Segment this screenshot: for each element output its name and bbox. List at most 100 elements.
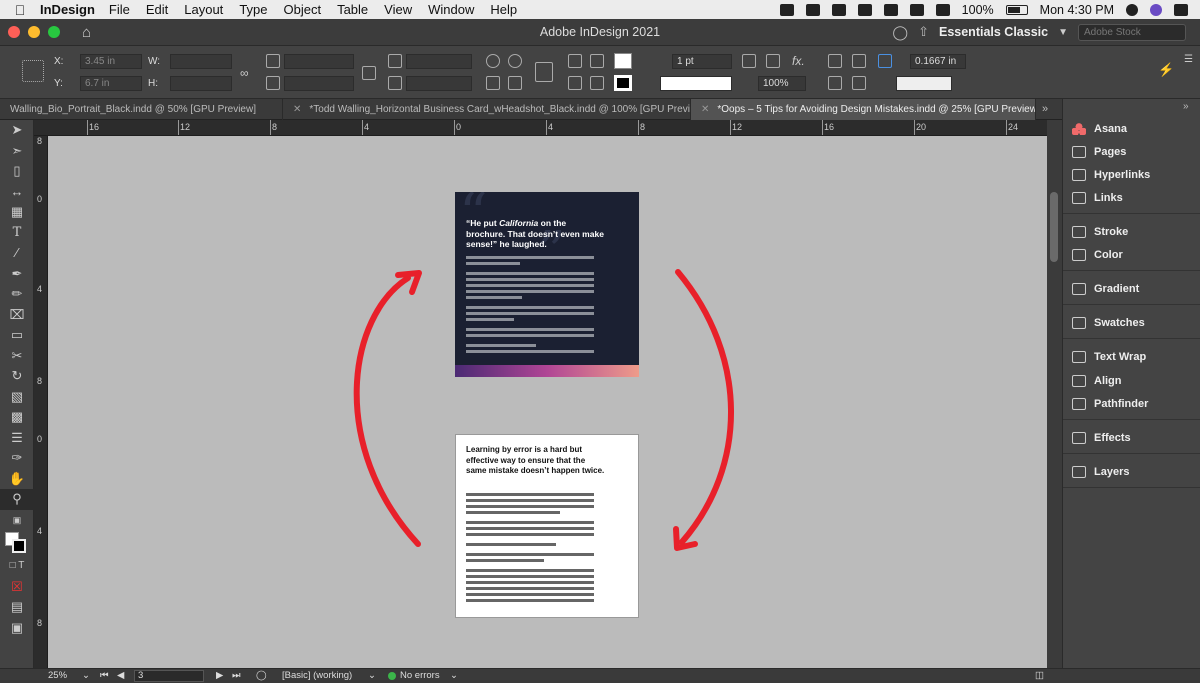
fill-swatch-icon[interactable] <box>614 53 632 69</box>
stroke-weight-field[interactable]: 1 pt <box>672 54 732 69</box>
rotate-cw-icon[interactable] <box>486 54 500 68</box>
control-panel-menu-icon[interactable]: ☰ <box>1184 54 1193 65</box>
shear-angle-field[interactable] <box>406 76 472 91</box>
menu-layout[interactable]: Layout <box>184 2 223 17</box>
scale-x-icon[interactable] <box>266 54 280 68</box>
direct-selection-tool-icon[interactable]: ➣ <box>0 141 34 162</box>
pen-tool-icon[interactable]: ✒ <box>0 264 34 285</box>
panel-item-align[interactable]: Align <box>1063 371 1200 391</box>
p-icon[interactable] <box>535 62 553 82</box>
screen-mode-icon[interactable]: ▤ <box>0 597 34 618</box>
panel-item-stroke[interactable]: Stroke <box>1063 222 1200 242</box>
apple-menu-icon[interactable]:  <box>0 2 40 18</box>
home-icon[interactable]: ⌂ <box>82 24 91 41</box>
rectangle-tool-icon[interactable]: ▭ <box>0 325 34 346</box>
workspace-switcher[interactable]: Essentials Classic <box>939 25 1048 39</box>
preflight-status[interactable]: No errors <box>400 670 440 681</box>
minimize-window-button[interactable] <box>28 26 40 38</box>
next-page-icon[interactable]: ▶ <box>216 670 223 681</box>
gap-tool-icon[interactable]: ↔ <box>0 182 34 203</box>
fx-icon[interactable]: fx. <box>792 54 805 68</box>
panel-item-links[interactable]: Links <box>1063 188 1200 208</box>
display-icon[interactable] <box>883 3 898 16</box>
panel-item-hyperlinks[interactable]: Hyperlinks <box>1063 165 1200 185</box>
menu-edit[interactable]: Edit <box>146 2 168 17</box>
quick-actions-icon[interactable]: ⚡ <box>1158 62 1174 78</box>
default-fill-stroke-icon[interactable]: ▣ <box>0 510 34 531</box>
battery-icon[interactable] <box>1005 4 1028 15</box>
y-position-field[interactable]: 6.7 in <box>80 76 142 91</box>
view-mode-icon[interactable]: ▣ <box>0 618 34 639</box>
select-content-icon[interactable] <box>568 76 582 90</box>
panel-item-text-wrap[interactable]: Text Wrap <box>1063 347 1200 367</box>
hand-tool-icon[interactable]: ✋ <box>0 469 34 490</box>
align-bottom-icon[interactable] <box>828 76 842 90</box>
distribute-icon[interactable] <box>852 54 866 68</box>
text-frame-inset-icon[interactable] <box>878 54 892 68</box>
tab-business-card[interactable]: ✕ *Todd Walling_Horizontal Business Card_… <box>283 98 691 120</box>
panel-item-swatches[interactable]: Swatches <box>1063 313 1200 333</box>
menu-table[interactable]: Table <box>337 2 368 17</box>
prev-page-icon[interactable]: ◀ <box>117 670 124 681</box>
volume-icon[interactable] <box>935 3 950 16</box>
width-field[interactable] <box>170 54 232 69</box>
free-transform-tool-icon[interactable]: ↻ <box>0 366 34 387</box>
x-position-field[interactable]: 3.45 in <box>80 54 142 69</box>
vertical-ruler[interactable]: 8 0 4 8 0 4 8 <box>34 136 48 668</box>
rectangle-frame-tool-icon[interactable]: ⌧ <box>0 305 34 326</box>
status-app-icon[interactable] <box>779 3 794 16</box>
horizontal-ruler[interactable]: 16 12 8 4 0 4 8 12 16 20 24 <box>34 120 1047 136</box>
panel-item-asana[interactable]: Asana <box>1063 119 1200 139</box>
constrain-proportions-icon[interactable]: ∞ <box>240 66 254 80</box>
note-tool-icon[interactable]: ☰ <box>0 428 34 449</box>
panel-item-pathfinder[interactable]: Pathfinder <box>1063 394 1200 414</box>
panel-item-pages[interactable]: Pages <box>1063 142 1200 162</box>
scrollbar-thumb[interactable] <box>1050 192 1058 262</box>
gradient-swatch-tool-icon[interactable]: ▧ <box>0 387 34 408</box>
tab-overflow-icon[interactable]: » <box>1042 103 1048 115</box>
close-window-button[interactable] <box>8 26 20 38</box>
page-number-field[interactable]: 3 <box>134 670 204 682</box>
apply-none-icon[interactable]: ☒ <box>0 577 34 598</box>
distribute-bottom-icon[interactable] <box>852 76 866 90</box>
preflight-chevron-icon[interactable]: ⌄ <box>450 670 458 681</box>
scissors-tool-icon[interactable]: ✂ <box>0 346 34 367</box>
height-field[interactable] <box>170 76 232 91</box>
gradient-feather-tool-icon[interactable]: ▩ <box>0 407 34 428</box>
inset-spacing-field[interactable]: 0.1667 in <box>910 54 966 69</box>
tab-oops-design-mistakes[interactable]: ✕ *Oops – 5 Tips for Avoiding Design Mist… <box>691 98 1036 120</box>
flip-vertical-icon[interactable] <box>508 76 522 90</box>
corner-icon[interactable] <box>742 54 756 68</box>
selection-tool-icon[interactable]: ➤ <box>0 120 34 141</box>
zoom-level-field[interactable]: 25% <box>48 670 67 681</box>
split-view-icon[interactable]: ◫ <box>1035 670 1044 681</box>
drive-icon[interactable] <box>857 3 872 16</box>
zoom-dropdown-icon[interactable]: ⌄ <box>82 670 90 681</box>
creative-cloud-icon[interactable] <box>831 3 846 16</box>
rotation-angle-field[interactable] <box>406 54 472 69</box>
panel-item-gradient[interactable]: Gradient <box>1063 279 1200 299</box>
rotate-ccw-icon[interactable] <box>508 54 522 68</box>
profile-chevron-icon[interactable]: ⌄ <box>368 670 376 681</box>
stroke-type-dropdown[interactable] <box>660 76 732 91</box>
menu-object[interactable]: Object <box>284 2 322 17</box>
corner-shape-dropdown[interactable] <box>896 76 952 91</box>
line-tool-icon[interactable]: ∕ <box>0 243 34 264</box>
adobe-stock-search-input[interactable]: Adobe Stock <box>1078 23 1186 41</box>
last-page-icon[interactable]: ⏭ <box>232 670 241 681</box>
share-icon[interactable]: ⇧ <box>918 24 929 40</box>
wifi-icon[interactable] <box>909 3 924 16</box>
type-tool-icon[interactable]: T <box>0 223 34 244</box>
collapse-panels-icon[interactable]: » <box>1183 101 1189 112</box>
panel-item-layers[interactable]: Layers <box>1063 462 1200 482</box>
scale-x-field[interactable] <box>284 54 354 69</box>
menu-view[interactable]: View <box>384 2 412 17</box>
select-next-icon[interactable] <box>590 76 604 90</box>
clock[interactable]: Mon 4:30 PM <box>1040 3 1114 17</box>
select-prev-icon[interactable] <box>590 54 604 68</box>
page-white-heading[interactable]: Learning by error is a hard but effectiv… <box>455 434 639 618</box>
pencil-tool-icon[interactable]: ✏ <box>0 284 34 305</box>
lightbulb-icon[interactable]: ◯ <box>892 24 908 41</box>
dropbox-icon[interactable] <box>805 3 820 16</box>
control-center-icon[interactable] <box>1174 3 1188 16</box>
